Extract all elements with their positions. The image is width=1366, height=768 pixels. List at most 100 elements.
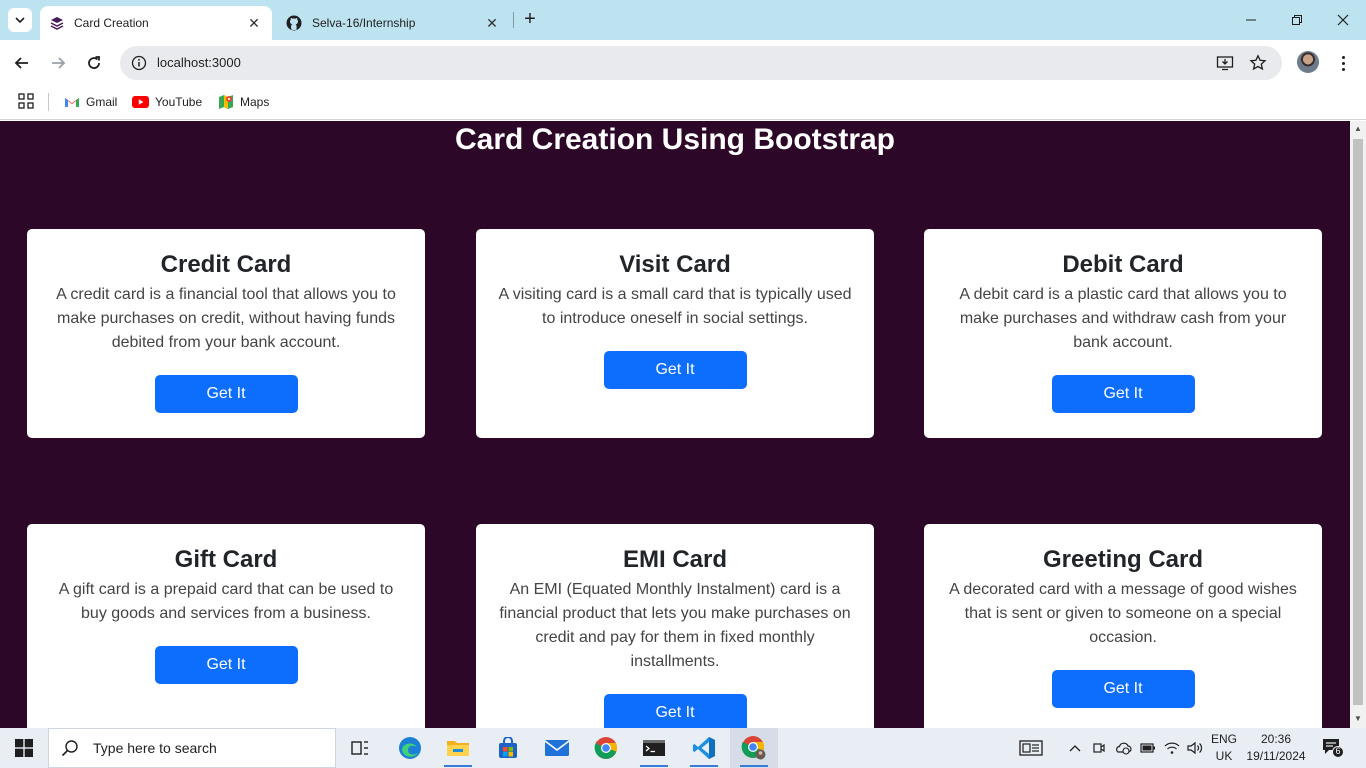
page-scrollbar[interactable]: ▲ ▼ bbox=[1350, 121, 1366, 728]
terminal-icon bbox=[643, 740, 665, 756]
page-title: Card Creation Using Bootstrap bbox=[454, 123, 896, 156]
store-bag-icon bbox=[499, 737, 517, 758]
edge-icon bbox=[399, 737, 421, 759]
taskbar-edge[interactable] bbox=[386, 728, 434, 768]
page-content: Card Creation Using Bootstrap Credit Car… bbox=[0, 121, 1350, 728]
chevron-up-icon bbox=[1069, 745, 1081, 752]
region-code: UK bbox=[1215, 749, 1233, 763]
close-tab-icon[interactable]: ✕ bbox=[246, 15, 262, 32]
get-it-button[interactable]: Get It bbox=[603, 351, 747, 389]
bookmark-youtube[interactable]: YouTube bbox=[132, 92, 202, 112]
apps-grid-icon[interactable] bbox=[18, 93, 34, 109]
bookmark-maps[interactable]: Maps bbox=[218, 92, 269, 112]
close-tab-icon[interactable]: ✕ bbox=[484, 15, 500, 32]
tab-search-button[interactable] bbox=[8, 8, 32, 32]
new-tab-button[interactable]: + bbox=[519, 9, 541, 31]
install-app-icon[interactable] bbox=[1216, 54, 1234, 72]
arrow-right-icon bbox=[52, 57, 66, 69]
address-bar[interactable]: localhost:3000 bbox=[120, 46, 1282, 80]
taskbar-vscode[interactable] bbox=[680, 728, 728, 768]
tray-wifi-icon[interactable] bbox=[1161, 728, 1183, 768]
tab-title: Selva-16/Internship bbox=[312, 16, 416, 30]
browser-tab-strip: Card Creation ✕ Selva-16/Internship ✕ + bbox=[0, 0, 1366, 40]
browser-toolbar: localhost:3000 bbox=[0, 40, 1366, 86]
arrow-left-icon bbox=[14, 57, 28, 69]
reload-icon bbox=[88, 56, 100, 69]
taskbar-search[interactable]: Type here to search bbox=[48, 728, 336, 768]
maps-icon bbox=[219, 95, 233, 109]
bookmarks-separator bbox=[48, 93, 49, 111]
card-greeting: Greeting Card A decorated card with a me… bbox=[924, 524, 1322, 728]
card-text: An EMI (Equated Monthly Instalment) card… bbox=[499, 581, 851, 670]
tab-github-internship[interactable]: Selva-16/Internship ✕ bbox=[276, 6, 510, 40]
back-button[interactable] bbox=[10, 51, 34, 75]
card-text: A debit card is a plastic card that allo… bbox=[959, 286, 1287, 351]
task-view-icon bbox=[351, 741, 368, 755]
search-placeholder: Type here to search bbox=[93, 740, 217, 756]
minimize-icon bbox=[1246, 19, 1256, 21]
news-widget-icon bbox=[1019, 740, 1043, 756]
tray-onedrive-icon[interactable] bbox=[1112, 728, 1134, 768]
start-button[interactable] bbox=[0, 728, 48, 768]
gmail-icon bbox=[65, 98, 79, 107]
profile-avatar[interactable] bbox=[1297, 51, 1319, 73]
tray-volume-icon[interactable] bbox=[1184, 728, 1206, 768]
get-it-button[interactable]: Get It bbox=[1051, 670, 1195, 708]
taskbar-terminal[interactable] bbox=[630, 728, 678, 768]
tab-title: Card Creation bbox=[74, 16, 149, 30]
get-it-button[interactable]: Get It bbox=[154, 375, 298, 413]
restore-button[interactable] bbox=[1274, 0, 1320, 40]
system-clock[interactable]: 20:36 19/11/2024 bbox=[1240, 731, 1312, 765]
tab-card-creation[interactable]: Card Creation ✕ bbox=[40, 6, 272, 40]
bookmark-label: Maps bbox=[240, 95, 270, 109]
notification-center-button[interactable]: 6 bbox=[1322, 738, 1344, 758]
card-title: Visit Card bbox=[619, 251, 731, 278]
scroll-up-icon[interactable]: ▲ bbox=[1354, 125, 1362, 133]
scrollbar-thumb[interactable] bbox=[1353, 139, 1363, 705]
site-info-icon[interactable] bbox=[130, 54, 148, 72]
scroll-down-icon[interactable]: ▼ bbox=[1354, 715, 1362, 723]
restore-icon bbox=[1292, 15, 1302, 25]
get-it-button[interactable]: Get It bbox=[603, 694, 747, 728]
task-view-button[interactable] bbox=[336, 728, 384, 768]
reload-button[interactable] bbox=[82, 51, 106, 75]
taskbar-file-explorer[interactable] bbox=[434, 728, 482, 768]
card-credit: Credit Card A credit card is a financial… bbox=[27, 229, 425, 438]
tray-widget[interactable] bbox=[1012, 728, 1050, 768]
tray-battery-icon[interactable] bbox=[1137, 728, 1159, 768]
clock-date: 19/11/2024 bbox=[1246, 749, 1306, 763]
tray-meet-icon[interactable] bbox=[1089, 728, 1109, 768]
folder-icon bbox=[447, 741, 469, 756]
taskbar-store[interactable] bbox=[484, 728, 532, 768]
notification-count: 6 bbox=[1335, 746, 1341, 756]
taskbar-mail[interactable] bbox=[533, 728, 581, 768]
show-hidden-icons[interactable] bbox=[1064, 728, 1086, 768]
card-debit: Debit Card A debit card is a plastic car… bbox=[924, 229, 1322, 438]
address-url: localhost:3000 bbox=[157, 55, 241, 70]
minimize-button[interactable] bbox=[1228, 0, 1274, 40]
tab-separator bbox=[513, 12, 514, 28]
forward-button[interactable] bbox=[46, 51, 70, 75]
browser-menu-button[interactable] bbox=[1336, 51, 1350, 75]
vscode-icon bbox=[693, 737, 715, 759]
language-code: ENG bbox=[1210, 732, 1237, 746]
bookmark-star-icon[interactable] bbox=[1249, 54, 1267, 72]
bookmark-gmail[interactable]: Gmail bbox=[64, 92, 117, 112]
card-visit: Visit Card A visiting card is a small ca… bbox=[476, 229, 874, 438]
card-title: EMI Card bbox=[622, 546, 727, 573]
get-it-button[interactable]: Get It bbox=[1051, 375, 1195, 413]
card-title: Gift Card bbox=[174, 546, 278, 573]
close-window-button[interactable] bbox=[1320, 0, 1366, 40]
layers-icon bbox=[50, 17, 64, 30]
card-emi: EMI Card An EMI (Equated Monthly Instalm… bbox=[476, 524, 874, 728]
chevron-down-icon bbox=[15, 17, 25, 24]
taskbar-chrome[interactable] bbox=[582, 728, 630, 768]
get-it-button[interactable]: Get It bbox=[154, 646, 298, 684]
card-text: A decorated card with a message of good … bbox=[949, 581, 1297, 646]
input-language[interactable]: ENG UK bbox=[1208, 731, 1240, 765]
taskbar-chrome-active[interactable] bbox=[730, 728, 778, 768]
mail-icon bbox=[544, 740, 570, 756]
card-text: A credit card is a financial tool that a… bbox=[56, 286, 396, 351]
bookmark-label: Gmail bbox=[86, 95, 118, 109]
windows-taskbar: Type here to search ENG UK 20:36 19/11/2… bbox=[0, 728, 1366, 768]
